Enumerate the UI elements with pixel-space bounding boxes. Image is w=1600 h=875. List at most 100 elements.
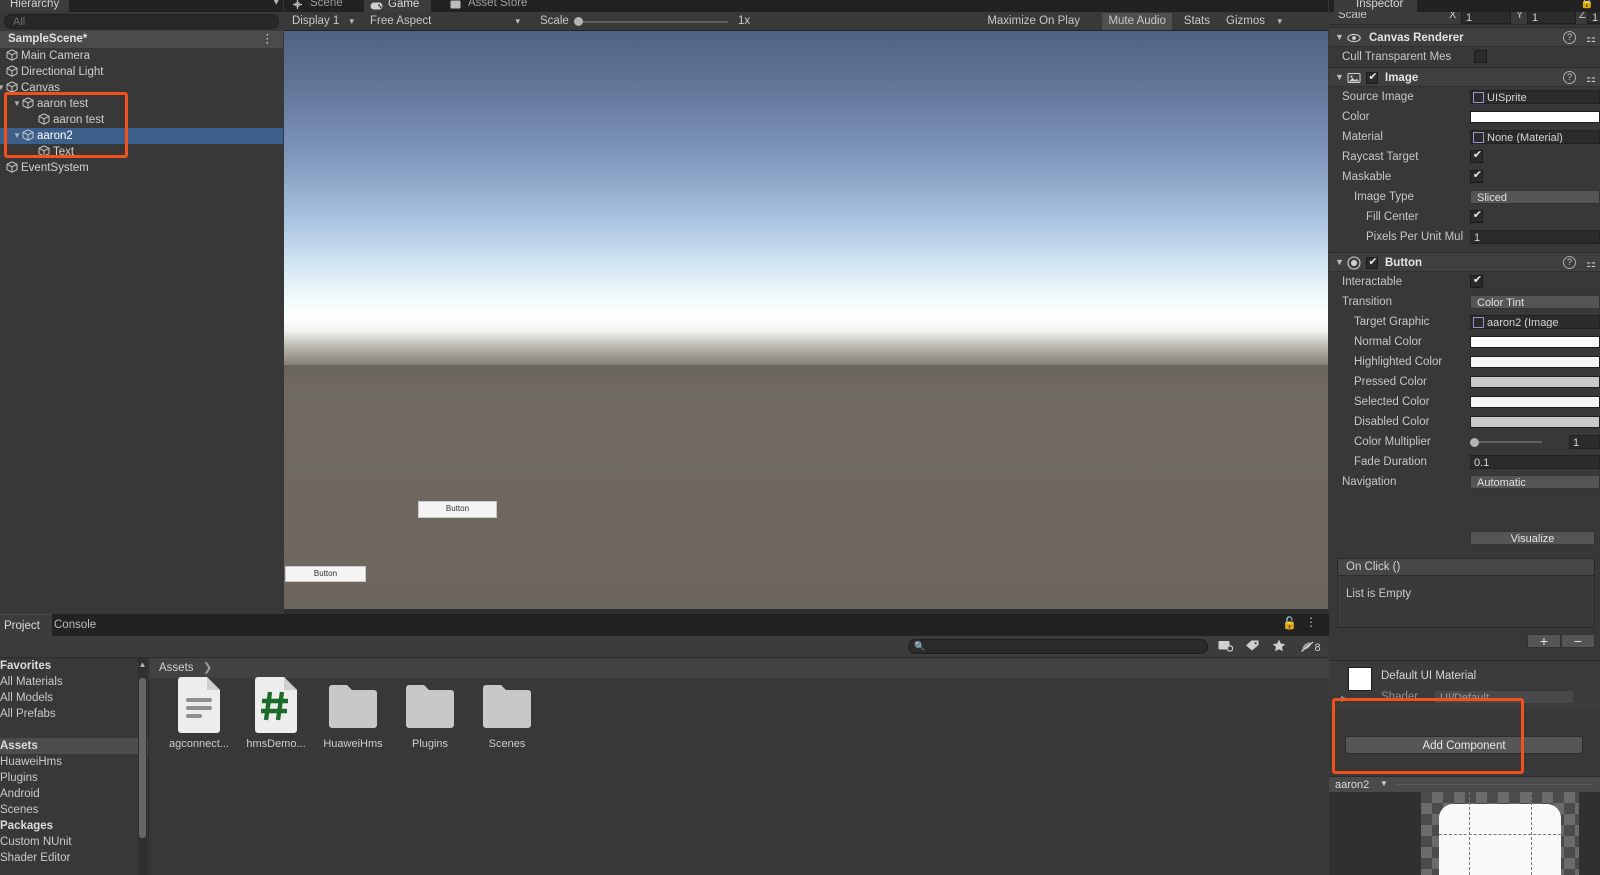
- maximize-on-play-button[interactable]: Maximize On Play: [981, 13, 1086, 30]
- project-tree-item-android[interactable]: Android: [0, 786, 148, 802]
- project-lock-icon[interactable]: 🔓: [1282, 616, 1297, 630]
- project-search-input[interactable]: 🔍: [908, 639, 1208, 654]
- hierarchy-item-aaron-test[interactable]: ▼ aaron test: [0, 96, 283, 112]
- tab-asset-store[interactable]: Asset Store: [444, 0, 539, 12]
- project-tree-item-packages[interactable]: Packages: [0, 818, 148, 834]
- add-component-button[interactable]: Add Component: [1345, 736, 1583, 754]
- foldout-arrow-icon[interactable]: ▼: [0, 80, 6, 96]
- pixels-per-unit-mul-field[interactable]: 1: [1470, 230, 1600, 244]
- component-menu-icon[interactable]: ⚏: [1586, 32, 1596, 45]
- disabled-color-swatch[interactable]: [1470, 416, 1600, 428]
- search-by-label-icon[interactable]: [1241, 639, 1263, 655]
- color-multiplier-slider-knob[interactable]: [1470, 438, 1479, 447]
- inspector-lock-icon[interactable]: 🔒: [1580, 0, 1594, 9]
- aspect-dropdown[interactable]: Free Aspect: [364, 13, 524, 30]
- interactable-checkbox[interactable]: [1470, 273, 1484, 288]
- favorite-star-icon[interactable]: [1268, 639, 1290, 655]
- hierarchy-item-text[interactable]: Text: [0, 144, 283, 160]
- image-component-header[interactable]: ▼ Image ? ⚏: [1329, 67, 1600, 87]
- pressed-color-swatch[interactable]: [1470, 376, 1600, 388]
- project-tree-item-custom-nunit[interactable]: Custom NUnit: [0, 834, 148, 850]
- project-tree-item-all-models[interactable]: All Models: [0, 690, 148, 706]
- breadcrumb-assets[interactable]: Assets: [159, 662, 194, 674]
- component-menu-icon[interactable]: ⚏: [1586, 72, 1596, 85]
- hierarchy-item-main-camera[interactable]: Main Camera: [0, 48, 283, 64]
- project-tree-item-plugins[interactable]: Plugins: [0, 770, 148, 786]
- material-object-field[interactable]: None (Material): [1470, 130, 1600, 144]
- highlighted-color-swatch[interactable]: [1470, 356, 1600, 368]
- color-multiplier-value-field[interactable]: 1: [1569, 435, 1600, 449]
- hierarchy-item-aaron2[interactable]: ▼ aaron2: [0, 128, 283, 144]
- project-tree-item-shader-editor[interactable]: Shader Editor: [0, 850, 148, 866]
- tab-inspector[interactable]: Inspector: [1334, 0, 1418, 12]
- game-ui-button[interactable]: Button: [285, 566, 366, 582]
- tab-scene[interactable]: Scene: [286, 0, 355, 12]
- source-image-object-field[interactable]: UISprite: [1470, 90, 1600, 104]
- stats-button[interactable]: Stats: [1178, 13, 1216, 30]
- error-count-badge[interactable]: 8: [1294, 639, 1328, 655]
- project-tree-item[interactable]: [0, 722, 148, 738]
- button-enabled-checkbox[interactable]: [1366, 255, 1379, 269]
- transition-dropdown[interactable]: Color Tint: [1470, 295, 1600, 309]
- game-render-area[interactable]: Button Button: [284, 31, 1328, 614]
- help-icon[interactable]: ?: [1563, 256, 1576, 269]
- color-swatch[interactable]: [1470, 111, 1600, 123]
- scale-x-field[interactable]: 1: [1461, 12, 1511, 24]
- button-component-header[interactable]: ▼ Button ? ⚏: [1329, 252, 1600, 272]
- cull-transparent-checkbox[interactable]: [1474, 50, 1487, 63]
- scale-z-field[interactable]: 1: [1587, 12, 1600, 24]
- help-icon[interactable]: ?: [1563, 71, 1576, 84]
- project-menu-icon[interactable]: ⋮: [1305, 615, 1317, 629]
- mute-audio-button[interactable]: Mute Audio: [1102, 13, 1172, 30]
- image-type-dropdown[interactable]: Sliced: [1470, 190, 1600, 204]
- canvas-renderer-header[interactable]: ▼ Canvas Renderer ? ⚏: [1329, 27, 1600, 47]
- project-tree-item-all-materials[interactable]: All Materials: [0, 674, 148, 690]
- selected-color-swatch[interactable]: [1470, 396, 1600, 408]
- fill-center-checkbox[interactable]: [1470, 208, 1484, 223]
- image-foldout-icon[interactable]: ▼: [1335, 72, 1344, 82]
- foldout-arrow-icon[interactable]: ▼: [12, 128, 22, 144]
- canvas-renderer-foldout-icon[interactable]: ▼: [1335, 32, 1344, 42]
- maskable-checkbox[interactable]: [1470, 168, 1484, 183]
- foldout-arrow-icon[interactable]: ▼: [12, 96, 22, 112]
- fade-duration-field[interactable]: 0.1: [1470, 455, 1600, 469]
- game-ui-button[interactable]: Button: [418, 501, 497, 518]
- raycast-target-checkbox[interactable]: [1470, 148, 1484, 163]
- hierarchy-item-directional-light[interactable]: Directional Light: [0, 64, 283, 80]
- navigation-dropdown[interactable]: Automatic: [1470, 475, 1600, 489]
- hierarchy-item-aaron-test[interactable]: aaron test: [0, 112, 283, 128]
- visualize-button[interactable]: Visualize: [1470, 531, 1595, 545]
- project-tree-item-favorites[interactable]: Favorites: [0, 658, 148, 674]
- button-foldout-icon[interactable]: ▼: [1335, 257, 1344, 267]
- onclick-add-button[interactable]: +: [1527, 634, 1561, 648]
- tab-hierarchy[interactable]: Hierarchy: [0, 0, 70, 12]
- display-dropdown[interactable]: Display 1: [286, 13, 358, 30]
- project-tree-item-huaweihms[interactable]: HuaweiHms: [0, 754, 148, 770]
- gizmos-dropdown[interactable]: Gizmos: [1220, 13, 1286, 30]
- tab-game[interactable]: Game: [364, 0, 432, 12]
- project-tree-item-assets[interactable]: Assets: [0, 738, 148, 754]
- scale-slider-knob[interactable]: [574, 17, 583, 26]
- normal-color-swatch[interactable]: [1470, 336, 1600, 348]
- target-graphic-object-field[interactable]: aaron2 (Image: [1470, 315, 1600, 329]
- hierarchy-item-eventsystem[interactable]: EventSystem: [0, 160, 283, 176]
- preview-dropdown-icon[interactable]: ▼: [1380, 779, 1388, 788]
- shader-foldout-icon[interactable]: ▶: [1341, 694, 1347, 703]
- scrollbar-thumb[interactable]: [139, 678, 146, 838]
- scene-options-icon[interactable]: ⋮: [262, 31, 274, 48]
- preview-header[interactable]: aaron2 ▼: [1329, 776, 1600, 792]
- project-tree-item-scenes[interactable]: Scenes: [0, 802, 148, 818]
- hierarchy-search-input[interactable]: All: [4, 14, 279, 29]
- scroll-up-icon[interactable]: ▲: [138, 660, 147, 669]
- project-tree-item-all-prefabs[interactable]: All Prefabs: [0, 706, 148, 722]
- help-icon[interactable]: ?: [1563, 31, 1576, 44]
- component-menu-icon[interactable]: ⚏: [1586, 257, 1596, 270]
- scene-header[interactable]: SampleScene* ⋮: [0, 31, 283, 48]
- scale-slider-track[interactable]: [576, 21, 728, 23]
- search-by-type-icon[interactable]: [1214, 639, 1236, 655]
- scale-y-field[interactable]: 1: [1527, 12, 1576, 24]
- hierarchy-menu-icon[interactable]: ▾: [273, 0, 279, 8]
- shader-dropdown[interactable]: UI/Default: [1434, 690, 1574, 704]
- onclick-remove-button[interactable]: −: [1561, 634, 1595, 648]
- tab-project[interactable]: Project: [0, 614, 52, 636]
